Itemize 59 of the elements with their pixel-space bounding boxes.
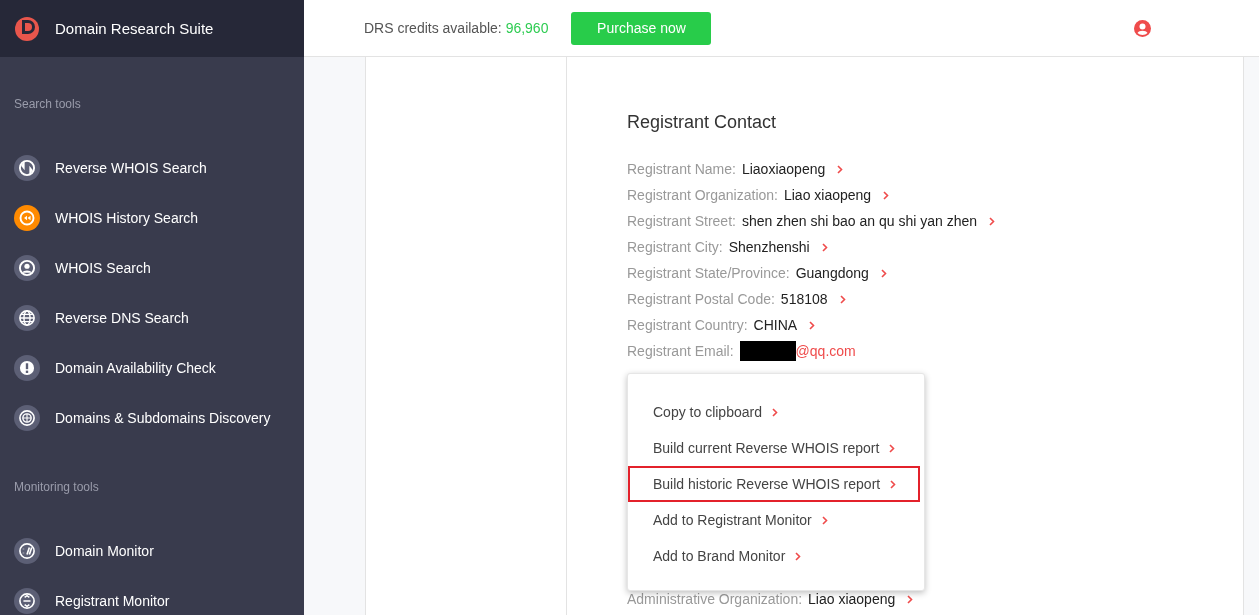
menu-item[interactable]: Add to Registrant Monitor: [628, 502, 920, 538]
field-label: Registrant Postal Code:: [627, 291, 775, 307]
sidebar-item[interactable]: Reverse WHOIS Search: [0, 143, 304, 193]
menu-item[interactable]: Copy to clipboard: [628, 394, 920, 430]
field-value: 518108: [780, 291, 828, 307]
chevron-icon: [989, 216, 995, 226]
chevron-icon: [795, 551, 802, 561]
credits-text: DRS credits available: 96,960: [364, 20, 549, 36]
sidebar-item[interactable]: Domain Monitor: [0, 526, 304, 576]
chevron-icon: [821, 515, 828, 525]
exclamation-icon: [14, 355, 40, 381]
field-label: Registrant Street:: [627, 213, 736, 229]
field-value: Liaoxiaopeng: [741, 161, 826, 177]
chevron-icon: [821, 242, 828, 252]
arrows-circle-icon: [14, 155, 40, 181]
field-value: CHINA: [753, 317, 798, 333]
field-label: Administrative Organization:: [627, 591, 803, 607]
chevron-icon: [771, 407, 778, 417]
field-value: Shenzhenshi: [728, 239, 810, 255]
section-title: Registrant Contact: [627, 112, 778, 133]
field-label: Registrant Email:: [627, 343, 734, 359]
sidebar-item[interactable]: Reverse DNS Search: [0, 293, 304, 343]
chevron-icon: [837, 164, 844, 174]
chevron-icon: [907, 594, 914, 604]
sidebar-item[interactable]: WHOIS Search: [0, 243, 304, 293]
sidebar-item[interactable]: WHOIS History Search: [0, 193, 304, 243]
sidebar-item[interactable]: Domain Availability Check: [0, 343, 304, 393]
field-label: Registrant Organization:: [627, 187, 778, 203]
field-label: Registrant State/Province:: [627, 265, 790, 281]
circle-symbol-icon: [14, 588, 40, 614]
chevron-icon: [839, 294, 846, 304]
menu-item[interactable]: Build current Reverse WHOIS report: [628, 430, 920, 466]
slashes-icon: [14, 538, 40, 564]
chevron-icon: [889, 443, 896, 453]
field-label: Registrant City:: [627, 239, 723, 255]
chevron-icon: [809, 320, 816, 330]
user-circle-icon: [14, 255, 40, 281]
logo-icon: [14, 15, 40, 42]
chevron-icon: [880, 268, 887, 278]
menu-item[interactable]: Add to Brand Monitor: [628, 538, 920, 574]
field-value: Guangdong: [795, 265, 869, 281]
email-link[interactable]: @qq.com: [795, 343, 856, 359]
field-label: Registrant Country:: [627, 317, 748, 333]
rewind-icon: [14, 205, 40, 231]
field-value: shen zhen shi bao an qu shi yan zhen: [741, 213, 977, 229]
sidebar-item[interactable]: Registrant Monitor: [0, 576, 304, 615]
grid-globe-icon: [14, 405, 40, 431]
user-icon[interactable]: [1134, 19, 1151, 37]
chevron-icon: [890, 479, 897, 489]
sidebar-item[interactable]: Domains & Subdomains Discovery: [0, 393, 304, 443]
app-title: Domain Research Suite: [55, 20, 214, 37]
field-label: Registrant Name:: [627, 161, 736, 177]
globe-icon: [14, 305, 40, 331]
section-heading: Search tools: [13, 97, 82, 111]
menu-item[interactable]: Build historic Reverse WHOIS report: [628, 466, 920, 502]
section-heading: Monitoring tools: [13, 480, 100, 494]
field-value: Liao xiaopeng: [783, 187, 872, 203]
field-value: Liao xiaopeng: [808, 591, 896, 607]
chevron-icon: [883, 190, 890, 200]
